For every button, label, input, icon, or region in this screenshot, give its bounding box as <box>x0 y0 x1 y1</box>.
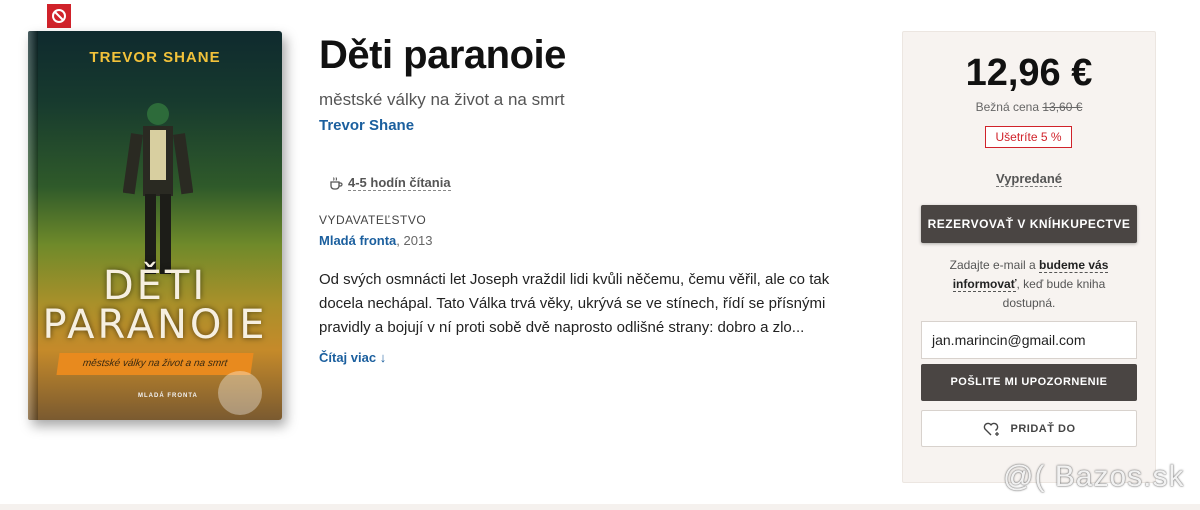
author-link[interactable]: Trevor Shane <box>319 117 414 134</box>
notify-text: Zadajte e-mail a budeme vás informovať, … <box>933 256 1125 313</box>
book-description: Od svých osmnácti let Joseph vraždil lid… <box>319 271 830 336</box>
book-subtitle: městské války na život a na smrt <box>319 90 565 109</box>
reading-time[interactable]: 4-5 hodín čítania <box>329 175 451 191</box>
publisher-link[interactable]: Mladá fronta <box>319 233 396 248</box>
publish-year: , 2013 <box>396 233 433 248</box>
regular-price: Bežná cena 13,60 € <box>903 100 1155 114</box>
bottom-divider <box>0 504 1200 510</box>
reading-time-label: 4-5 hodín čítania <box>348 175 451 191</box>
current-price: 12,96 € <box>965 52 1093 94</box>
publisher-line: Mladá fronta, 2013 <box>319 233 432 248</box>
cover-subtitle-band: městské války na život a na smrt <box>56 353 254 375</box>
book-title: Děti paranoie <box>319 33 566 77</box>
notify-suffix: , keď bude kniha dostupná. <box>1002 277 1106 310</box>
purchase-panel: 12,96 € Bežná cena 13,60 € Ušetríte 5 % … <box>902 31 1156 483</box>
notify-prefix: Zadajte e-mail a <box>949 258 1039 272</box>
availability-label: Vypredané <box>996 171 1062 187</box>
book-cover[interactable]: TREVOR SHANE DĚTI PARANOIE městské války… <box>28 31 282 420</box>
savings-badge: Ušetríte 5 % <box>985 126 1072 148</box>
cover-title-line2: PARANOIE <box>42 302 268 348</box>
add-to-list-label: PRIDAŤ DO <box>1010 422 1076 435</box>
cover-figure-illustration <box>123 103 193 274</box>
site-watermark: @( Bazos.sk <box>1003 460 1185 493</box>
coffee-cup-icon <box>330 177 343 190</box>
add-to-list-button[interactable]: PRIDAŤ DO <box>921 410 1137 447</box>
cover-watermark-icon <box>218 371 262 415</box>
reserve-in-store-button[interactable]: REZERVOVAŤ V KNÍHKUPECTVE <box>921 205 1137 243</box>
heart-plus-icon <box>983 422 999 436</box>
cover-author: TREVOR SHANE <box>89 49 221 66</box>
publisher-heading: VYDAVATEĽSTVO <box>319 213 427 227</box>
cover-publisher: MLADÁ FRONTA <box>138 393 198 399</box>
regular-price-value: 13,60 € <box>1042 100 1083 114</box>
regular-price-label: Bežná cena <box>975 100 1039 114</box>
send-notification-button[interactable]: POŠLITE MI UPOZORNENIE <box>921 364 1137 401</box>
read-more-link[interactable]: Čítaj viac ↓ <box>319 350 386 365</box>
availability-status[interactable]: Vypredané <box>903 171 1155 187</box>
email-input[interactable]: jan.marincin@gmail.com <box>921 321 1137 359</box>
discount-badge-icon <box>47 4 71 28</box>
